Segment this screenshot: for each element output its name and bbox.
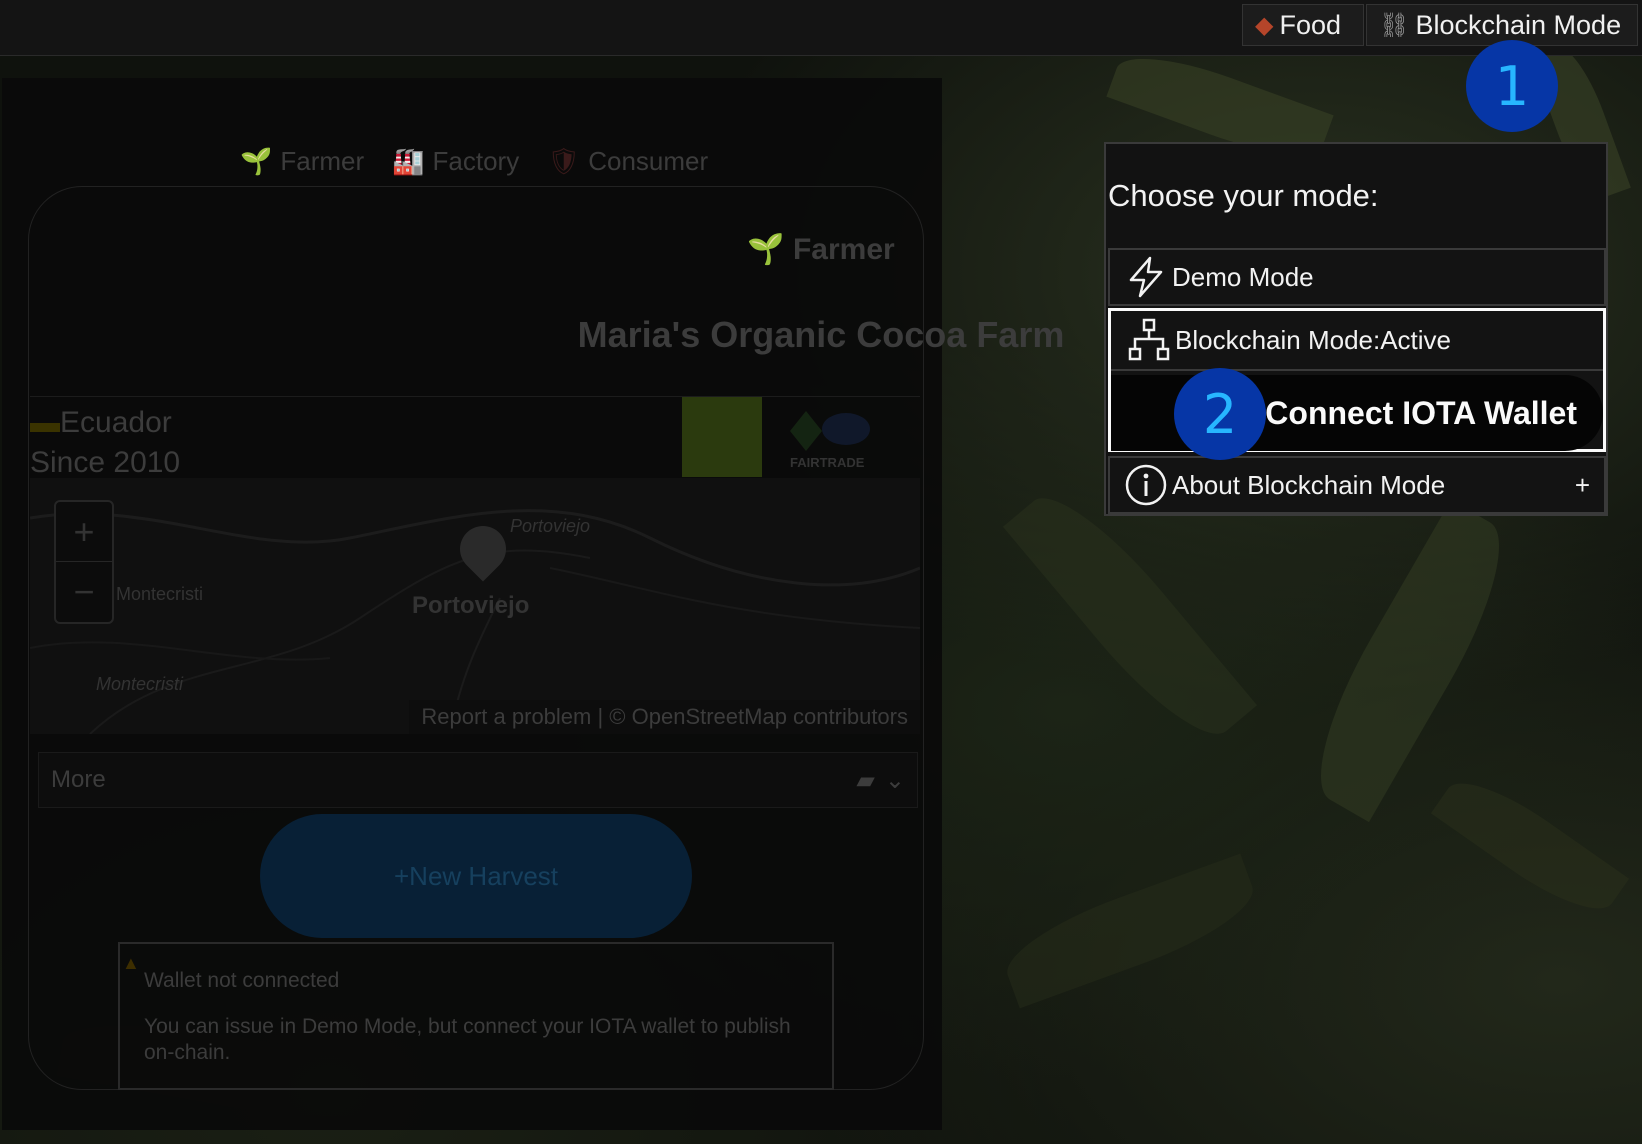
country-text: Ecuador <box>60 406 172 439</box>
chain-link-icon: ⛓ <box>1379 11 1410 39</box>
factory-icon: 🏭 <box>392 146 425 176</box>
network-hierarchy-icon <box>1127 318 1171 362</box>
shield-icon: 🛡 <box>547 146 581 176</box>
fairtrade-text: FAIRTRADE <box>790 455 865 470</box>
tab-factory[interactable]: 🏭 Factory <box>392 146 519 177</box>
chevron-down-icon: ⌄ <box>884 766 905 794</box>
tab-farmer-label: Farmer <box>280 146 365 176</box>
map-city-label: Portoviejo <box>412 592 530 619</box>
new-harvest-button[interactable]: +New Harvest <box>260 814 692 938</box>
zoom-out-button[interactable]: − <box>56 562 112 622</box>
since-text: Since 2010 <box>30 446 181 479</box>
book-icon: ▰ <box>856 766 875 794</box>
blockchain-mode-label: Blockchain Mode <box>1415 9 1622 40</box>
expand-plus-icon: + <box>1574 469 1590 500</box>
map-attribution[interactable]: Report a problem | © OpenStreetMap contr… <box>409 700 920 734</box>
about-blockchain-label: About Blockchain Mode <box>1172 469 1446 500</box>
more-expander[interactable]: More ▰ ⌄ <box>38 752 918 808</box>
chocolate-bar-icon: ◆ <box>1255 11 1274 39</box>
card-title-text: Farmer <box>792 233 895 266</box>
blockchain-mode-row[interactable]: Blockchain Mode:Active <box>1111 311 1603 371</box>
ecuador-flag-icon: ▬ <box>30 406 60 439</box>
warning-title: Wallet not connected <box>144 969 340 992</box>
about-blockchain-mode-accordion[interactable]: About Blockchain Mode + <box>1108 456 1606 514</box>
lightning-icon <box>1124 255 1168 299</box>
warning-icon: ▲ <box>122 953 140 973</box>
farm-map[interactable]: + − Portoviejo Montecristi Montecristi P… <box>30 478 920 734</box>
tab-factory-label: Factory <box>432 146 520 176</box>
map-label: Montecristi <box>116 584 204 604</box>
demo-mode-label: Demo Mode <box>1172 261 1314 292</box>
app-root: ◆ Food ⛓ Blockchain Mode 🌱 Farmer 🏭 Factor… <box>0 0 1642 1144</box>
food-nav-button[interactable]: ◆ Food <box>1242 4 1364 46</box>
blockchain-mode-nav-button[interactable]: ⛓ Blockchain Mode <box>1366 4 1638 46</box>
step-marker-1: 1 <box>1466 40 1558 132</box>
food-label: Food <box>1279 9 1342 40</box>
info-icon <box>1124 463 1168 507</box>
organic-badge-icon <box>682 397 762 477</box>
step-marker-2: 2 <box>1174 368 1266 460</box>
farm-info-row: ▬Ecuador Since 2010 FAIRTRADE <box>30 396 920 479</box>
map-label: Portoviejo <box>510 516 591 536</box>
tab-consumer[interactable]: 🛡 Consumer <box>547 146 708 177</box>
seedling-icon: 🌱 <box>240 146 273 176</box>
wallet-warning: ▲ Wallet not connected You can issue in … <box>118 942 834 1090</box>
more-label: More <box>51 766 106 793</box>
tab-consumer-label: Consumer <box>588 146 709 176</box>
zoom-in-button[interactable]: + <box>56 502 112 562</box>
demo-mode-option[interactable]: Demo Mode <box>1108 248 1606 306</box>
seedling-icon: 🌱 <box>747 233 785 266</box>
mode-dropdown: Choose your mode: Demo Mode Blockchain M… <box>1104 142 1608 516</box>
top-bar: ◆ Food ⛓ Blockchain Mode <box>0 0 1642 56</box>
tab-farmer[interactable]: 🌱 Farmer <box>240 146 364 177</box>
farm-location: ▬Ecuador Since 2010 <box>30 403 180 483</box>
role-tabs: 🌱 Farmer 🏭 Factory 🛡 Consumer <box>240 146 708 177</box>
map-zoom-control: + − <box>54 500 114 624</box>
fairtrade-logo-icon <box>790 407 874 453</box>
map-label: Montecristi <box>96 674 184 694</box>
mode-dropdown-title: Choose your mode: <box>1108 178 1379 213</box>
blockchain-mode-status: Blockchain Mode:Active <box>1175 324 1452 355</box>
warning-body: You can issue in Demo Mode, but connect … <box>144 1015 791 1064</box>
